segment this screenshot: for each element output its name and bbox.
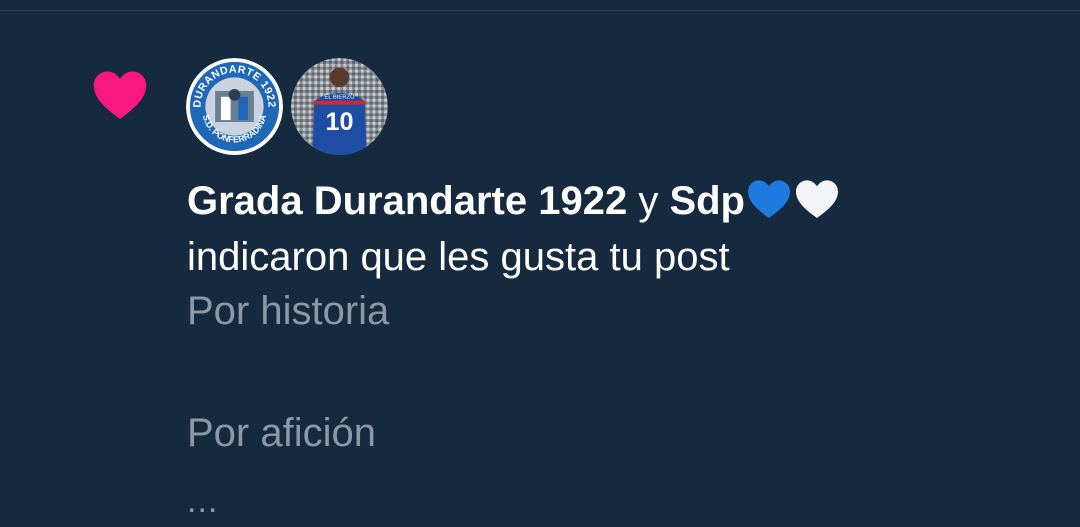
sdp-avatar[interactable]: EL BIERZO 10 [291,58,388,155]
club-crest-avatar: DURANDARTE 1922 S.D. PONFERRADINA [186,58,283,155]
football-player-avatar: EL BIERZO 10 [291,58,388,155]
white-heart-icon [795,180,838,218]
post-preview-ellipsis: ... [187,482,219,520]
action-text: indicaron que les gusta tu post [187,235,730,279]
jersey-text: EL BIERZO [324,95,355,101]
jersey-number: 10 [325,108,353,136]
post-preview-line-2: Por afición [187,411,376,455]
like-notification[interactable]: DURANDARTE 1922 S.D. PONFERRADINA EL BIE… [0,11,1080,527]
heart-icon [93,71,147,119]
notification-headline: Grada Durandarte 1922 y Sdp indicaron que… [187,173,1047,285]
blue-heart-icon [747,180,790,218]
user-link-sdp[interactable]: Sdp [669,179,745,223]
post-preview-line-1: Por historia [187,289,390,333]
grada-durandarte-avatar[interactable]: DURANDARTE 1922 S.D. PONFERRADINA [186,58,283,155]
avatar-group: DURANDARTE 1922 S.D. PONFERRADINA EL BIE… [186,58,388,155]
connector-text: y [627,179,670,223]
user-link-grada-durandarte[interactable]: Grada Durandarte 1922 [187,179,627,223]
